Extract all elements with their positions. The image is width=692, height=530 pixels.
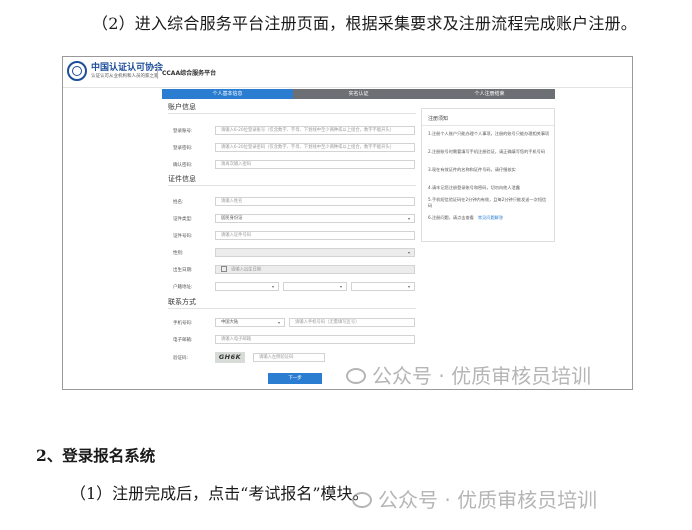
- field-label-login-password: 登录密码:: [173, 146, 193, 151]
- watermark-text: 公众号 · 优质审核员培训: [372, 364, 592, 388]
- notice-item: 6.注册问题，请点击查看 常见问题解答: [428, 215, 550, 221]
- id-type-value: 居民身份证: [221, 216, 243, 221]
- field-label-login-account: 登录账号:: [173, 129, 193, 134]
- step-finish: 个人注册结束: [424, 89, 555, 99]
- login-password-input[interactable]: 请输入6-20位登录密码（仅含数字、字母、下划线中至少两种或以上组合，数字不能开…: [215, 143, 415, 152]
- chevron-down-icon: ▾: [407, 250, 410, 255]
- calendar-icon: [221, 266, 227, 272]
- registration-steps: 个人基本信息 实名认证 个人注册结束: [162, 89, 555, 99]
- site-header: 中国认证认可协会 认证认可从业机构和人员的家之家 CCAA综合服务平台: [63, 57, 632, 88]
- org-name: 中国认证认可协会: [91, 63, 164, 73]
- notice-panel: 注册须知 1.注册个人账户只能办理个人事项，注册的账号只能办理相关事项 2.注册…: [421, 108, 555, 242]
- platform-name: CCAA综合服务平台: [162, 70, 217, 77]
- watermark: 公众号 · 优质审核员培训: [346, 360, 591, 389]
- field-label-birth-date: 出生日期:: [173, 268, 193, 273]
- notice-item: 5.手机短信验证码在2分钟内有效，且每2分钟只能发送一次短信码: [428, 197, 547, 208]
- step-basic-info: 个人基本信息: [162, 89, 293, 99]
- section-account: 账户信息: [168, 103, 196, 111]
- field-label-address: 户籍地址:: [173, 285, 193, 290]
- org-slogan: 认证认可从业机构和人员的家之家: [91, 74, 159, 79]
- notice-item: 3.现在有效证件的名称和证件号码，请仔细核实: [428, 167, 516, 172]
- phone-region-select[interactable]: 中国大陆 ▾: [215, 318, 285, 327]
- email-input[interactable]: 请输入电子邮箱: [215, 335, 415, 344]
- section-divider: [168, 113, 416, 114]
- chevron-down-icon: ▾: [407, 284, 410, 289]
- registration-screenshot: 中国认证认可协会 认证认可从业机构和人员的家之家 CCAA综合服务平台 个人基本…: [62, 56, 633, 390]
- confirm-password-input[interactable]: 请再次输入密码: [215, 160, 415, 169]
- section-divider: [168, 185, 416, 186]
- notice-item: 4.请牢记您注册登录账号和密码，切勿向他人泄露: [428, 185, 520, 190]
- notice-title: 注册须知: [428, 116, 449, 122]
- id-number-input[interactable]: 请输入证件号码: [215, 231, 415, 240]
- step-real-name: 实名认证: [293, 89, 424, 99]
- phone-input[interactable]: 请输入手机号码（无需填写区号）: [289, 318, 415, 327]
- faq-link[interactable]: 常见问题解答: [478, 215, 503, 220]
- ccaa-logo-icon: [67, 61, 87, 81]
- field-label-id-number: 证件号码:: [173, 234, 193, 239]
- section-id: 证件信息: [168, 175, 196, 183]
- section-heading: 2、登录报名系统: [36, 446, 156, 465]
- address-city-select[interactable]: ▾: [283, 282, 347, 291]
- wechat-icon: [346, 368, 366, 384]
- field-label-email: 电子邮箱:: [173, 338, 193, 343]
- field-label-confirm-password: 确认密码:: [173, 163, 193, 168]
- captcha-image[interactable]: GH6K: [215, 352, 245, 363]
- notice-item: 2.注册账号时需要填写手机注册验证，请正确填写您的手机号码: [428, 149, 546, 154]
- notice-item: 1.注册个人账户只能办理个人事项，注册的账号只能办理相关事项: [428, 131, 550, 136]
- chevron-down-icon: ▾: [407, 216, 410, 221]
- field-label-captcha: 验证码:: [173, 356, 189, 361]
- next-step-button[interactable]: 下一步: [268, 373, 322, 384]
- birth-date-placeholder: 请输入出生日期: [231, 267, 262, 273]
- captcha-input[interactable]: 请输入左侧验证码: [253, 353, 325, 362]
- address-province-select[interactable]: ▾: [215, 282, 279, 291]
- section-contact: 联系方式: [168, 298, 196, 306]
- notice-divider: [422, 125, 554, 126]
- field-label-name: 姓名:: [173, 200, 184, 205]
- address-district-select[interactable]: ▾: [351, 282, 415, 291]
- field-label-id-type: 证件类型:: [173, 217, 193, 222]
- field-label-gender: 性别:: [173, 251, 184, 256]
- paragraph-register: （2）进入综合服务平台注册页面，根据采集要求及注册流程完成账户注册。: [92, 14, 637, 33]
- chevron-down-icon: ▾: [277, 320, 280, 325]
- name-input[interactable]: 请输入姓名: [215, 197, 415, 206]
- chevron-down-icon: ▾: [271, 284, 274, 289]
- watermark-text: 公众号 · 优质审核员培训: [378, 488, 598, 512]
- phone-region-value: 中国大陆: [221, 320, 239, 325]
- watermark: 公众号 · 优质审核员培训: [352, 484, 597, 513]
- login-account-input[interactable]: 请输入6-20位登录账号（仅含数字、字母、下划线中至少两种或以上组合，数字不能开…: [215, 126, 415, 135]
- header-divider: [157, 63, 158, 79]
- notice-item-text: 6.注册问题，请点击查看: [428, 215, 474, 220]
- field-label-phone: 手机号码:: [173, 321, 193, 326]
- id-type-select[interactable]: 居民身份证 ▾: [215, 214, 415, 223]
- paragraph-exam-signup: （1）注册完成后，点击“考试报名”模块。: [70, 484, 369, 503]
- gender-select[interactable]: ▾: [215, 248, 415, 257]
- birth-date-input[interactable]: 请输入出生日期: [215, 265, 415, 274]
- chevron-down-icon: ▾: [339, 284, 342, 289]
- wechat-icon: [352, 492, 372, 508]
- section-divider: [168, 308, 416, 309]
